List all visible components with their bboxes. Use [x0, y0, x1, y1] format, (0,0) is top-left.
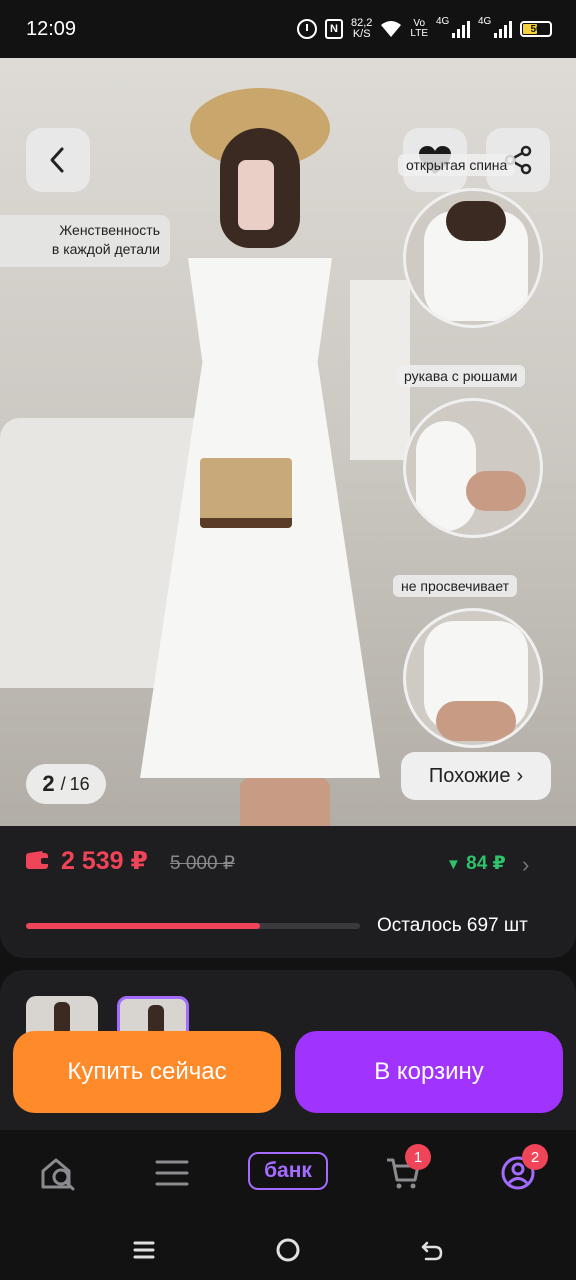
feature-label-sleeves: рукава с рюшами	[396, 365, 526, 387]
profile-badge: 2	[522, 1144, 548, 1170]
home-circle-icon	[276, 1238, 300, 1262]
wallet-icon	[26, 851, 50, 869]
recent-apps-button[interactable]	[124, 1230, 164, 1270]
stock-progress-bar	[26, 923, 360, 929]
stock-progress-fill	[26, 923, 260, 929]
menu-icon	[155, 1160, 189, 1186]
feature-label-back: открытая спина	[398, 154, 516, 176]
photo-caption-line2: в каждой детали	[51, 241, 160, 257]
home-button[interactable]	[268, 1230, 308, 1270]
cart-badge: 1	[405, 1144, 431, 1170]
nfc-icon: N	[324, 19, 343, 39]
system-back-button[interactable]	[412, 1230, 452, 1270]
wifi-icon	[380, 20, 402, 38]
recent-apps-icon	[133, 1241, 155, 1259]
old-price: 5 000 ₽	[170, 853, 235, 874]
bonus-arrow-icon: ▼	[446, 856, 461, 873]
price-panel: 2 539 ₽ 5 000 ₽ ▼ 84 ₽ › Осталось 697 шт	[0, 826, 576, 958]
signal-sim1-icon: 4G	[436, 16, 470, 38]
image-counter-current: 2	[42, 771, 55, 796]
similar-products-label: Похожие	[428, 764, 511, 787]
feature-label-opaque: не просвечивает	[393, 575, 518, 597]
bonus-amount: 84 ₽	[466, 853, 506, 874]
screen: 12:09 N 82,2 K/S Vo LTE 4G 4G 50 Женстве…	[0, 0, 576, 1280]
system-navigation-bar	[0, 1220, 576, 1280]
search-home-icon	[41, 1158, 75, 1191]
battery-icon: 50	[520, 21, 552, 37]
status-bar: 12:09 N 82,2 K/S Vo LTE 4G 4G 50	[0, 0, 576, 58]
product-image-gallery[interactable]: Женственность в каждой детали открытая с…	[0, 58, 576, 826]
signal-sim2-label: 4G	[478, 16, 492, 27]
network-speed-unit: K/S	[352, 28, 371, 40]
image-counter: 2 / 16	[26, 764, 106, 804]
feature-image-sleeves	[403, 398, 543, 538]
network-speed: 82,2 K/S	[351, 18, 372, 40]
chevron-left-icon	[50, 147, 64, 173]
image-counter-total: 16	[69, 773, 90, 794]
add-to-cart-button[interactable]: В корзину	[295, 1031, 563, 1113]
alarm-icon	[296, 19, 317, 39]
buy-now-button[interactable]: Купить сейчас	[13, 1031, 281, 1113]
back-arrow-icon	[421, 1241, 443, 1261]
chevron-right-icon: ›	[516, 764, 524, 787]
feature-image-opaque	[403, 608, 543, 748]
image-counter-separator: /	[60, 773, 66, 794]
photo-caption: Женственность в каждой детали	[0, 215, 170, 267]
status-icons: N 82,2 K/S Vo LTE 4G 4G 50	[296, 14, 552, 44]
signal-sim2-icon: 4G	[478, 16, 512, 38]
variant-thumbnail[interactable]	[26, 996, 98, 1036]
bonus-points[interactable]: ▼ 84 ₽	[446, 852, 506, 875]
back-button[interactable]	[26, 128, 90, 192]
photo-caption-line1: Женственность	[59, 222, 160, 238]
nav-bank[interactable]: банк	[248, 1152, 328, 1190]
similar-products-button[interactable]: Похожие ›	[401, 752, 551, 800]
nav-home[interactable]	[28, 1148, 88, 1198]
product-photo-model	[120, 88, 400, 826]
chevron-right-icon[interactable]: ›	[522, 852, 529, 878]
battery-level: 50	[530, 23, 542, 35]
current-price: 2 539 ₽	[61, 847, 148, 875]
volte-bottom: LTE	[410, 28, 428, 39]
volte-icon: Vo LTE	[410, 19, 428, 39]
stock-remaining: Осталось 697 шт	[377, 915, 528, 936]
signal-sim1-label: 4G	[436, 16, 450, 27]
bottom-navigation: банк 1 2	[0, 1130, 576, 1220]
status-time: 12:09	[26, 18, 77, 40]
nav-catalog[interactable]	[142, 1148, 202, 1198]
feature-image-back	[403, 188, 543, 328]
variant-thumbnail-selected[interactable]	[117, 996, 189, 1036]
